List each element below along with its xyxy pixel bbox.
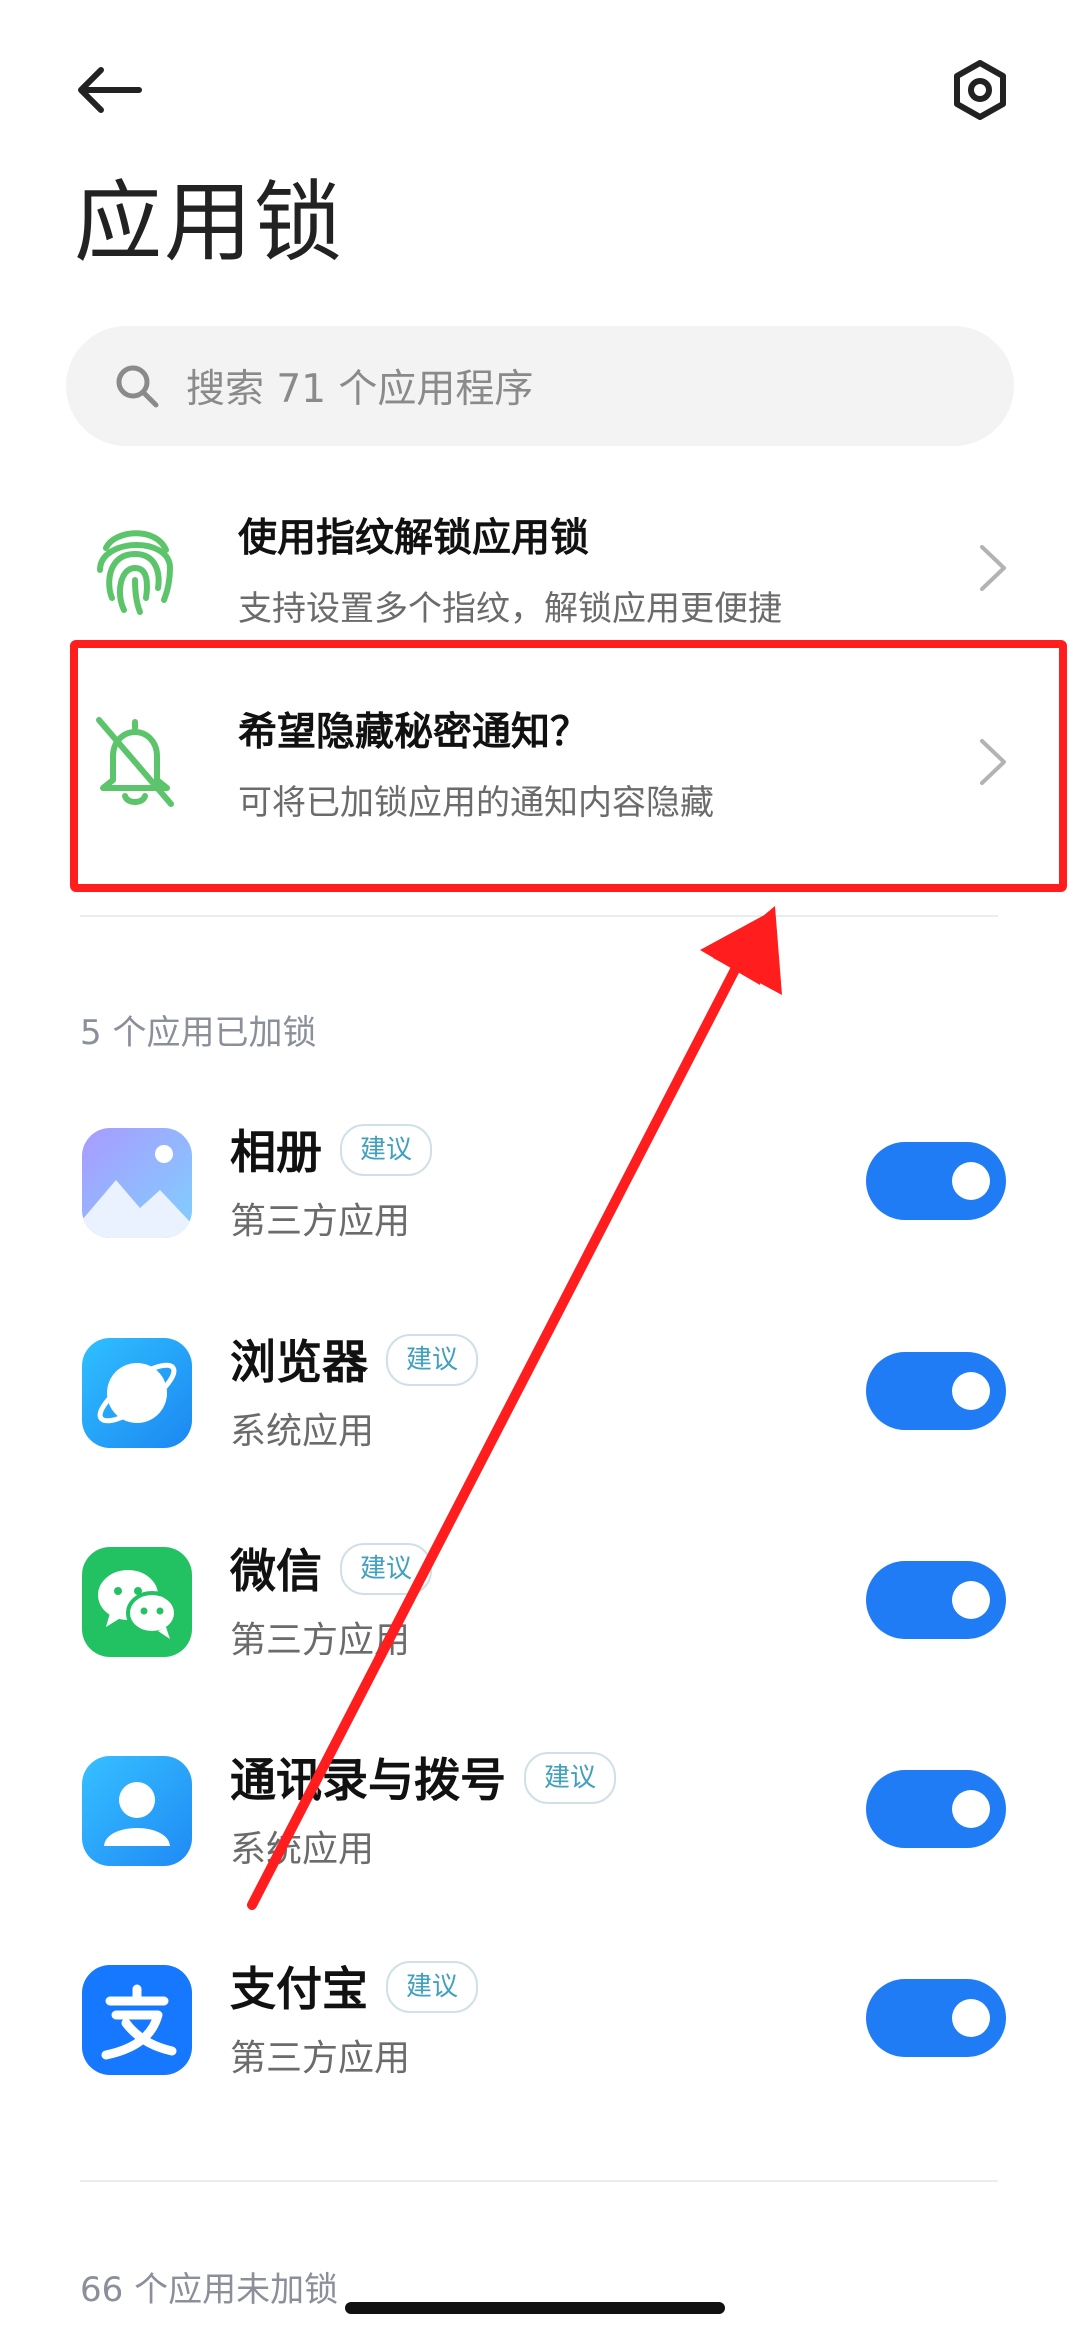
page-title: 应用锁 xyxy=(74,171,345,274)
lock-toggle-wechat[interactable] xyxy=(866,1561,1006,1639)
gear-icon xyxy=(954,60,1006,120)
suggested-badge: 建议 xyxy=(340,1123,433,1176)
home-indicator xyxy=(345,2302,725,2314)
alipay-icon xyxy=(82,1965,192,2075)
app-name: 支付宝 xyxy=(230,1962,368,2016)
fingerprint-icon xyxy=(80,513,190,623)
toggle-knob xyxy=(952,1162,990,1200)
lock-toggle-contacts[interactable] xyxy=(866,1770,1006,1848)
contacts-icon xyxy=(82,1756,192,1866)
app-row-contacts: 通讯录与拨号 建议 系统应用 xyxy=(60,1736,1020,1886)
chevron-right-icon xyxy=(980,545,1006,591)
search-icon xyxy=(116,365,159,408)
feature-subtitle: 支持设置多个指纹，解锁应用更便捷 xyxy=(238,588,782,629)
wechat-icon xyxy=(82,1547,192,1657)
app-row-wechat: 微信 建议 第三方应用 xyxy=(60,1527,1020,1677)
app-name: 浏览器 xyxy=(230,1335,368,1389)
divider xyxy=(80,915,998,917)
locked-section-label: 5 个应用已加锁 xyxy=(80,1013,317,1053)
app-row-browser: 浏览器 建议 系统应用 xyxy=(60,1318,1020,1468)
app-row-gallery: 相册 建议 第三方应用 xyxy=(60,1108,1020,1258)
gallery-icon xyxy=(82,1128,192,1238)
search-placeholder: 搜索 71 个应用程序 xyxy=(186,367,534,412)
divider xyxy=(80,2180,998,2182)
arrow-left-icon xyxy=(78,67,142,113)
toggle-knob xyxy=(952,1581,990,1619)
app-name: 通讯录与拨号 xyxy=(230,1753,506,1807)
unlocked-section-label: 66 个应用未加锁 xyxy=(80,2270,339,2310)
app-type: 系统应用 xyxy=(230,1411,375,1452)
app-name: 微信 xyxy=(230,1544,322,1598)
lock-toggle-gallery[interactable] xyxy=(866,1142,1006,1220)
suggested-badge: 建议 xyxy=(524,1751,617,1804)
lock-toggle-browser[interactable] xyxy=(866,1352,1006,1430)
browser-icon xyxy=(82,1338,192,1448)
lock-toggle-alipay[interactable] xyxy=(866,1979,1006,2057)
toggle-knob xyxy=(952,1372,990,1410)
toggle-knob xyxy=(952,1999,990,2037)
search-input[interactable]: 搜索 71 个应用程序 xyxy=(66,326,1014,446)
app-type: 第三方应用 xyxy=(230,2038,411,2079)
feature-title: 使用指纹解锁应用锁 xyxy=(238,515,590,561)
settings-button[interactable] xyxy=(930,40,1030,140)
suggested-badge: 建议 xyxy=(386,1333,479,1386)
fingerprint-unlock-row[interactable]: 使用指纹解锁应用锁 支持设置多个指纹，解锁应用更便捷 xyxy=(60,478,1020,658)
annotation-highlight-box xyxy=(70,640,1067,892)
app-type: 系统应用 xyxy=(230,1829,375,1870)
app-type: 第三方应用 xyxy=(230,1620,411,1661)
back-button[interactable] xyxy=(60,45,160,135)
suggested-badge: 建议 xyxy=(340,1542,433,1595)
toggle-knob xyxy=(952,1790,990,1828)
app-row-alipay: 支付宝 建议 第三方应用 xyxy=(60,1945,1020,2095)
app-type: 第三方应用 xyxy=(230,1201,411,1242)
suggested-badge: 建议 xyxy=(386,1960,479,2013)
app-name: 相册 xyxy=(230,1125,322,1179)
